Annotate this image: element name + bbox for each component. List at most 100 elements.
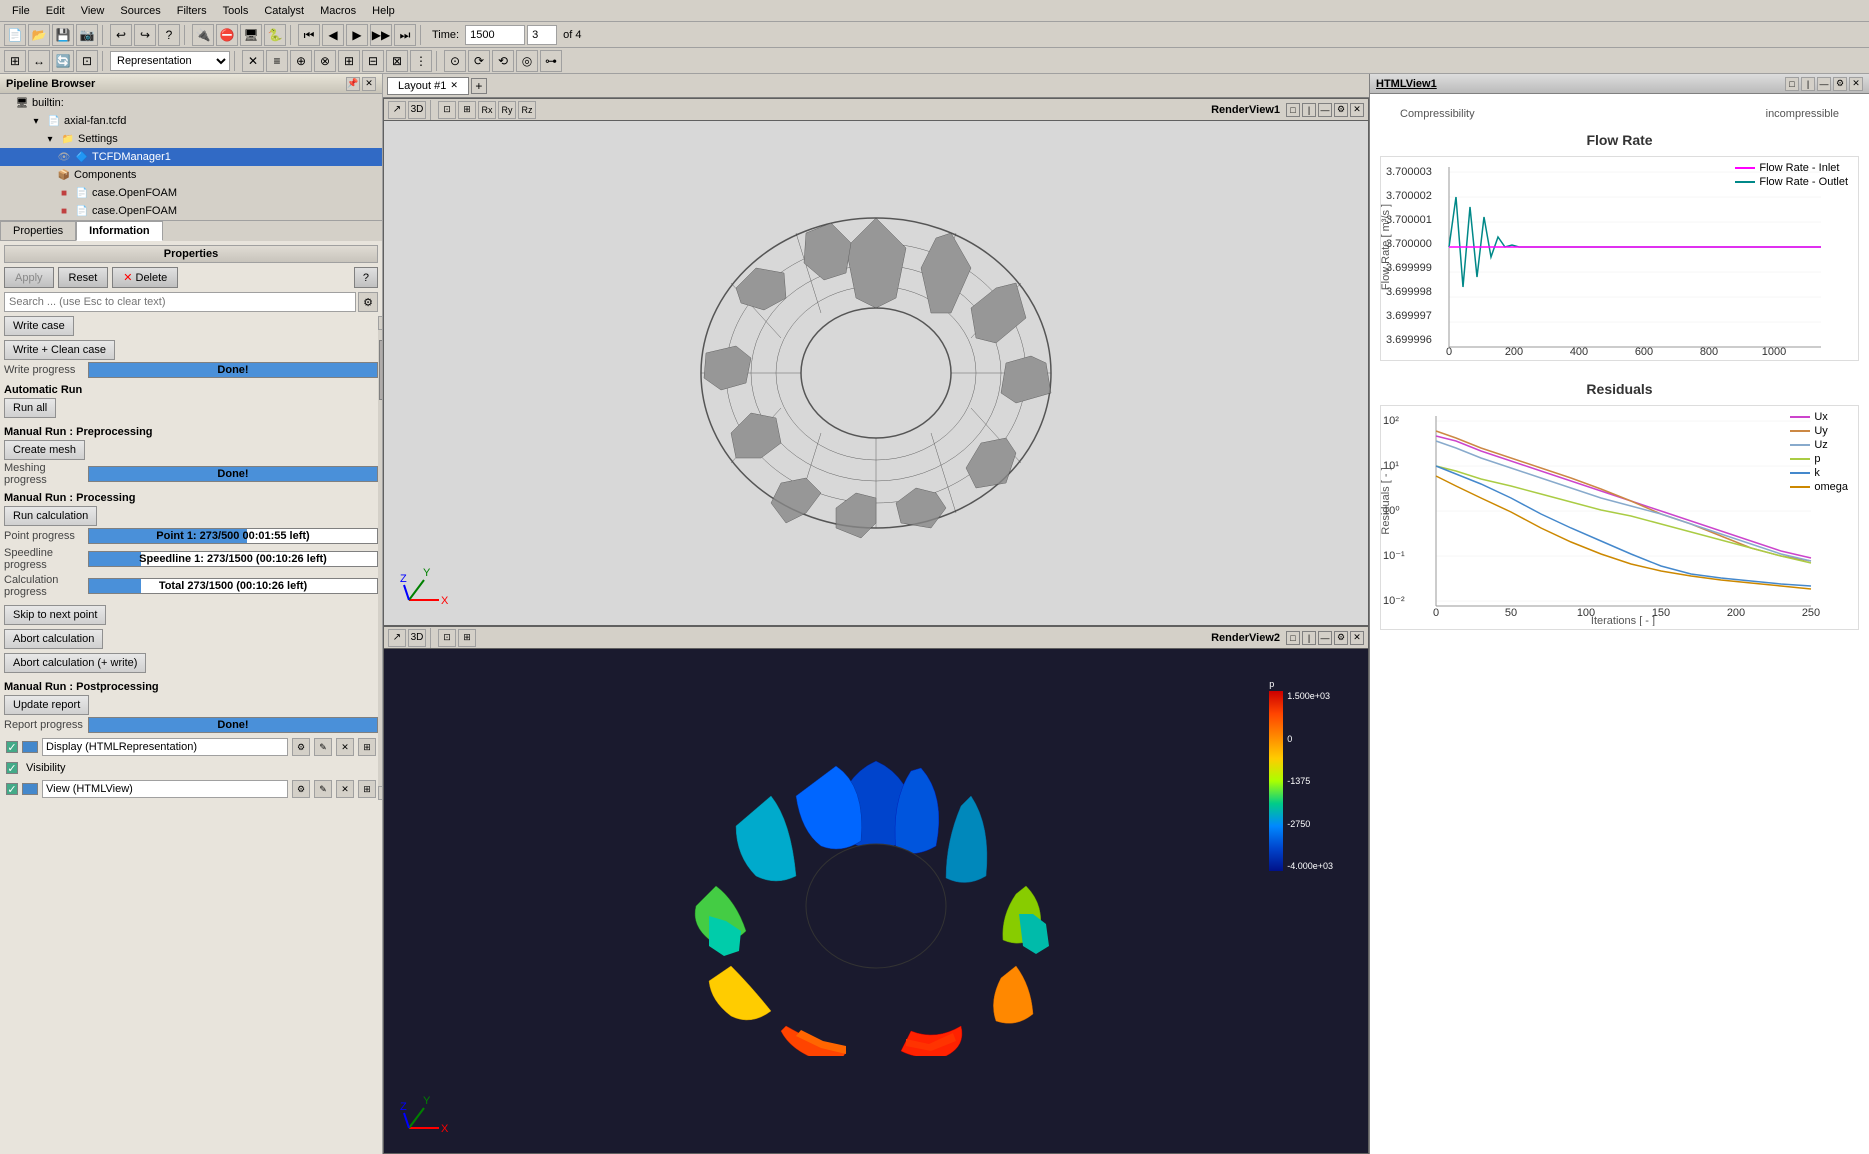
new-button[interactable]: 📄 <box>4 24 26 46</box>
add-tab-button[interactable]: + <box>471 78 487 94</box>
view-delete-btn[interactable]: ✕ <box>336 780 354 798</box>
rv1-rotate-y[interactable]: Ry <box>498 101 516 119</box>
save-screenshot[interactable]: 📷 <box>76 24 98 46</box>
view-edit-btn[interactable]: ✎ <box>314 780 332 798</box>
rv2-zoom-sel[interactable]: ⊞ <box>458 629 476 647</box>
htmlview-maximize[interactable]: □ <box>1785 77 1799 91</box>
tb2-btn1[interactable]: ⊞ <box>4 50 26 72</box>
create-mesh-button[interactable]: Create mesh <box>4 440 85 460</box>
disconnect-button[interactable]: ⛔ <box>216 24 238 46</box>
rv2-interact-btn[interactable]: ↗ <box>388 629 406 647</box>
layout-tab[interactable]: Layout #1 ✕ <box>387 77 469 95</box>
search-options-btn[interactable]: ⚙ <box>358 292 378 312</box>
open-button[interactable]: 📂 <box>28 24 50 46</box>
abort-calculation-button[interactable]: Abort calculation <box>4 629 103 649</box>
menu-help[interactable]: Help <box>364 3 403 19</box>
rv1-settings[interactable]: ⚙ <box>1334 103 1348 117</box>
tree-tcfd-manager[interactable]: 👁 🔷 TCFDManager1 <box>0 148 382 166</box>
menu-edit[interactable]: Edit <box>38 3 73 19</box>
scroll-down-btn[interactable]: ▼ <box>378 786 382 800</box>
rv1-interact-btn[interactable]: ↗ <box>388 101 406 119</box>
rv2-split-h[interactable]: | <box>1302 631 1316 645</box>
time-input[interactable] <box>465 25 525 45</box>
tree-builtin[interactable]: 🖥 builtin: <box>0 94 382 112</box>
tb2-btn17[interactable]: ⊶ <box>540 50 562 72</box>
tree-case1[interactable]: ■ 📄 case.OpenFOAM <box>0 184 382 202</box>
rv1-zoom-sel[interactable]: ⊞ <box>458 101 476 119</box>
htmlview-close[interactable]: ✕ <box>1849 77 1863 91</box>
play-button[interactable]: ▶ <box>346 24 368 46</box>
menu-tools[interactable]: Tools <box>215 3 257 19</box>
layout-tab-close[interactable]: ✕ <box>450 80 458 91</box>
rv1-3d-btn[interactable]: 3D <box>408 101 426 119</box>
redo-button[interactable]: ↪ <box>134 24 156 46</box>
pipeline-close-btn[interactable]: ✕ <box>362 77 376 91</box>
python-button[interactable]: 🐍 <box>264 24 286 46</box>
scroll-thumb[interactable] <box>379 340 382 400</box>
tb2-btn7[interactable]: ⊕ <box>290 50 312 72</box>
rv1-reset-cam[interactable]: ⊡ <box>438 101 456 119</box>
rv2-split-v[interactable]: — <box>1318 631 1332 645</box>
color-view-area[interactable]: p 1.500e+03 0 -1375 -2750 -4.000e+03 <box>384 649 1368 1153</box>
tb2-btn5[interactable]: ✕ <box>242 50 264 72</box>
search-input[interactable] <box>4 292 356 312</box>
view-visibility-checkbox[interactable]: ✓ <box>6 783 18 795</box>
save-button[interactable]: 💾 <box>52 24 74 46</box>
tb2-btn14[interactable]: ⟳ <box>468 50 490 72</box>
tree-axial-fan[interactable]: ▾ 📄 axial-fan.tcfd <box>0 112 382 130</box>
display-label-input[interactable] <box>42 738 288 756</box>
mesh-view-area[interactable]: X Y Z <box>384 121 1368 625</box>
first-frame[interactable]: ⏮ <box>298 24 320 46</box>
apply-button[interactable]: Apply <box>4 267 54 288</box>
rv2-3d-btn[interactable]: 3D <box>408 629 426 647</box>
menu-catalyst[interactable]: Catalyst <box>256 3 312 19</box>
pipeline-pin-btn[interactable]: 📌 <box>346 77 360 91</box>
tb2-btn2[interactable]: ↔ <box>28 50 50 72</box>
reset-button[interactable]: Reset <box>58 267 109 288</box>
tb2-btn12[interactable]: ⋮ <box>410 50 432 72</box>
tab-properties[interactable]: Properties <box>0 221 76 241</box>
last-frame[interactable]: ⏭ <box>394 24 416 46</box>
rv2-reset-cam[interactable]: ⊡ <box>438 629 456 647</box>
tree-case2[interactable]: ■ 📄 case.OpenFOAM <box>0 202 382 220</box>
view-label-input[interactable] <box>42 780 288 798</box>
display-copy-btn[interactable]: ⊞ <box>358 738 376 756</box>
tb2-btn8[interactable]: ⊗ <box>314 50 336 72</box>
menu-filters[interactable]: Filters <box>169 3 215 19</box>
connect-button[interactable]: 🔌 <box>192 24 214 46</box>
write-clean-case-button[interactable]: Write + Clean case <box>4 340 115 360</box>
abort-write-button[interactable]: Abort calculation (+ write) <box>4 653 146 673</box>
menu-view[interactable]: View <box>73 3 113 19</box>
view-copy-btn[interactable]: ⊞ <box>358 780 376 798</box>
undo-button[interactable]: ↩ <box>110 24 132 46</box>
rv1-split-h[interactable]: | <box>1302 103 1316 117</box>
frame-input[interactable] <box>527 25 557 45</box>
tb2-btn10[interactable]: ⊟ <box>362 50 384 72</box>
menu-sources[interactable]: Sources <box>112 3 168 19</box>
menu-file[interactable]: File <box>4 3 38 19</box>
display-edit-btn[interactable]: ✎ <box>314 738 332 756</box>
htmlview-split-v[interactable]: — <box>1817 77 1831 91</box>
rv1-close[interactable]: ✕ <box>1350 103 1364 117</box>
update-report-button[interactable]: Update report <box>4 695 89 715</box>
delete-button[interactable]: ✕ Delete <box>112 267 178 288</box>
rv1-maximize[interactable]: □ <box>1286 103 1300 117</box>
tb2-btn16[interactable]: ◎ <box>516 50 538 72</box>
rv2-close[interactable]: ✕ <box>1350 631 1364 645</box>
view-settings-btn[interactable]: ⚙ <box>292 780 310 798</box>
remote-button[interactable]: 🖥 <box>240 24 262 46</box>
tree-components[interactable]: 📦 Components <box>0 166 382 184</box>
tb2-btn9[interactable]: ⊞ <box>338 50 360 72</box>
tb2-btn3[interactable]: 🔄 <box>52 50 74 72</box>
rv2-settings[interactable]: ⚙ <box>1334 631 1348 645</box>
menu-macros[interactable]: Macros <box>312 3 364 19</box>
rv1-rotate-z[interactable]: Rz <box>518 101 536 119</box>
help-button[interactable]: ? <box>158 24 180 46</box>
props-scrollbar[interactable]: ▲ ▼ <box>378 316 382 800</box>
write-case-button[interactable]: Write case <box>4 316 74 336</box>
rv1-split-v[interactable]: — <box>1318 103 1332 117</box>
rv1-rotate-x[interactable]: Rx <box>478 101 496 119</box>
help-button-props[interactable]: ? <box>354 267 378 288</box>
tb2-btn13[interactable]: ⊙ <box>444 50 466 72</box>
run-all-button[interactable]: Run all <box>4 398 56 418</box>
